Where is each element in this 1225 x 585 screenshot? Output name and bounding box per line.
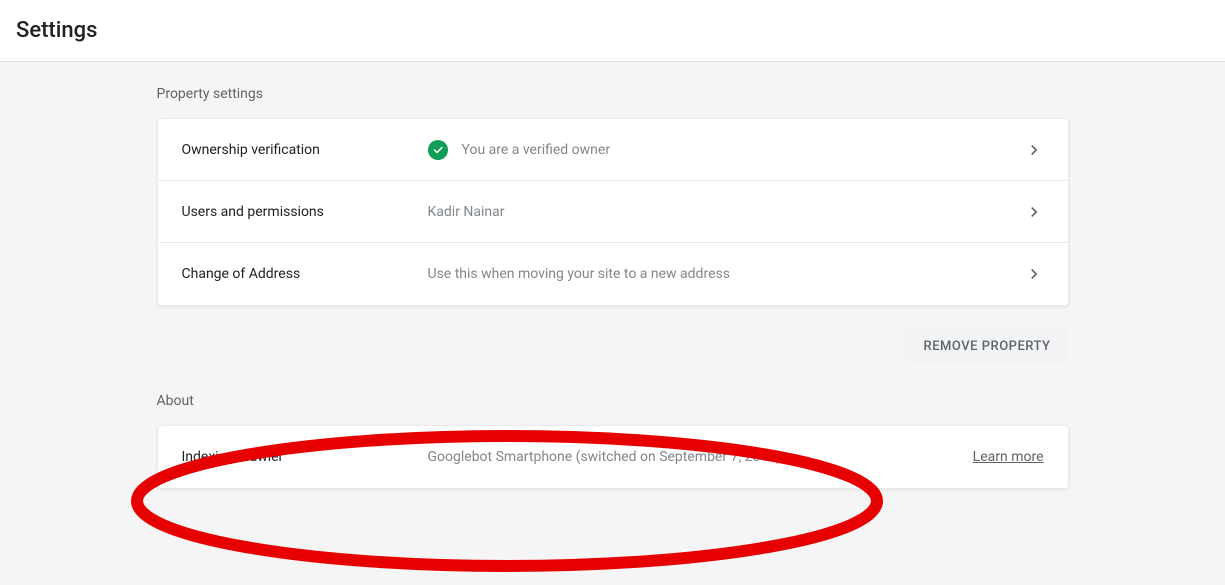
users-value-wrap: Kadir Nainar xyxy=(428,204,1024,220)
content-area: Property settings Ownership verification… xyxy=(157,62,1069,551)
ownership-verification-row[interactable]: Ownership verification You are a verifie… xyxy=(158,119,1068,181)
page-header: Settings xyxy=(0,0,1225,62)
page-title: Settings xyxy=(16,18,1209,43)
about-card: Indexing crawler Googlebot Smartphone (s… xyxy=(157,425,1069,489)
indexing-crawler-row: Indexing crawler Googlebot Smartphone (s… xyxy=(158,426,1068,488)
section-title-about: About xyxy=(157,393,1069,409)
crawler-label: Indexing crawler xyxy=(182,449,428,465)
section-title-property: Property settings xyxy=(157,86,1069,102)
remove-property-button[interactable]: REMOVE PROPERTY xyxy=(906,328,1069,365)
chevron-right-icon xyxy=(1024,202,1044,222)
chevron-right-icon xyxy=(1024,264,1044,284)
verified-check-icon xyxy=(428,140,448,160)
chevron-right-icon xyxy=(1024,140,1044,160)
property-settings-card: Ownership verification You are a verifie… xyxy=(157,118,1069,306)
crawler-value: Googlebot Smartphone (switched on Septem… xyxy=(428,449,782,465)
ownership-value-wrap: You are a verified owner xyxy=(428,140,1024,160)
actions-row: REMOVE PROPERTY xyxy=(157,328,1069,365)
address-label: Change of Address xyxy=(182,266,428,282)
users-label: Users and permissions xyxy=(182,204,428,220)
ownership-label: Ownership verification xyxy=(182,142,428,158)
users-value: Kadir Nainar xyxy=(428,204,505,220)
change-of-address-row[interactable]: Change of Address Use this when moving y… xyxy=(158,243,1068,305)
crawler-value-wrap: Googlebot Smartphone (switched on Septem… xyxy=(428,449,973,465)
ownership-value: You are a verified owner xyxy=(462,142,611,158)
address-value: Use this when moving your site to a new … xyxy=(428,266,730,282)
users-permissions-row[interactable]: Users and permissions Kadir Nainar xyxy=(158,181,1068,243)
address-value-wrap: Use this when moving your site to a new … xyxy=(428,266,1024,282)
learn-more-link[interactable]: Learn more xyxy=(973,449,1044,465)
